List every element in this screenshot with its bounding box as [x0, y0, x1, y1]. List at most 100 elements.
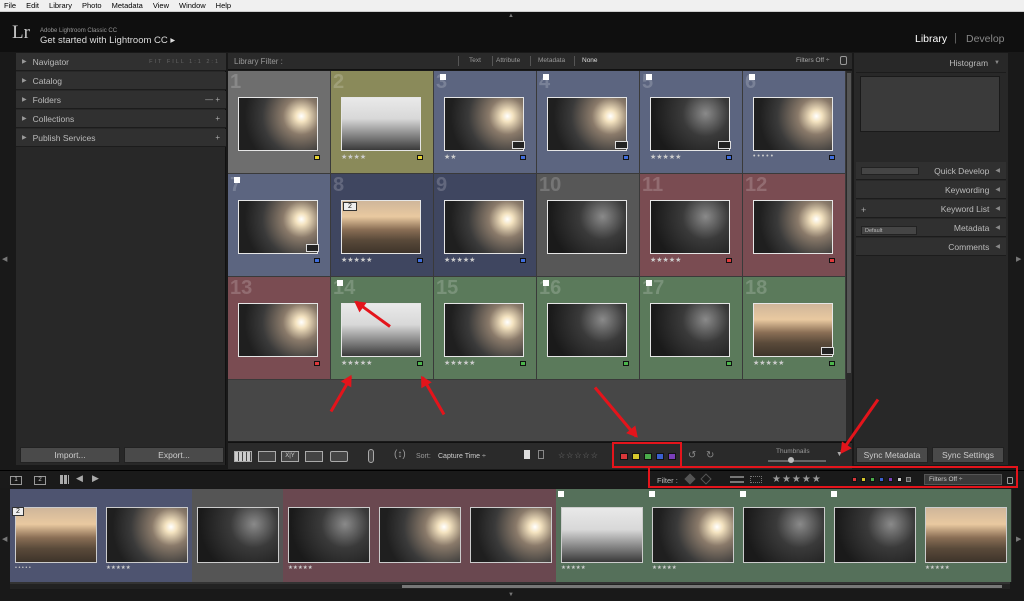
- grid-cell[interactable]: 15 ★★★★★: [434, 277, 537, 380]
- collections-add[interactable]: +: [215, 114, 226, 123]
- color-label[interactable]: [623, 361, 629, 366]
- filter-text[interactable]: Text: [469, 57, 481, 64]
- grid-scrollbar[interactable]: [846, 71, 852, 441]
- sort-direction-icon[interactable]: (↕): [394, 449, 406, 460]
- color-label[interactable]: [520, 361, 526, 366]
- color-label[interactable]: [829, 155, 835, 160]
- menu-metadata[interactable]: Metadata: [112, 1, 143, 10]
- lock-icon[interactable]: [840, 56, 847, 65]
- filter-none[interactable]: None: [582, 57, 598, 64]
- pick-flag-icon[interactable]: [234, 177, 240, 183]
- grid-icon[interactable]: [60, 475, 69, 484]
- photo-thumbnail[interactable]: [238, 97, 318, 151]
- module-library[interactable]: Library: [915, 33, 947, 45]
- menu-library[interactable]: Library: [49, 1, 72, 10]
- photo-thumbnail[interactable]: [753, 97, 833, 151]
- menu-file[interactable]: File: [4, 1, 16, 10]
- color-label[interactable]: [417, 155, 423, 160]
- grid-cell[interactable]: 17: [640, 277, 743, 380]
- filmstrip-scrollbar[interactable]: [10, 584, 1010, 589]
- grid-view-icon[interactable]: [234, 451, 252, 462]
- pick-flag-icon[interactable]: [740, 491, 746, 497]
- grid-cell[interactable]: 1: [228, 71, 331, 174]
- grid-cell[interactable]: 10: [537, 174, 640, 277]
- color-label[interactable]: [726, 155, 732, 160]
- keyword-add-button[interactable]: +: [861, 205, 866, 215]
- menu-view[interactable]: View: [153, 1, 169, 10]
- color-label[interactable]: [520, 155, 526, 160]
- panel-navigator[interactable]: ▶ Navigator FIT FILL 1:1 2:1: [16, 53, 226, 71]
- filmstrip-cell[interactable]: [192, 489, 284, 582]
- menu-edit[interactable]: Edit: [26, 1, 39, 10]
- collapse-top-icon[interactable]: ▲: [508, 13, 514, 19]
- pick-flag-icon[interactable]: [558, 491, 564, 497]
- panel-folders[interactable]: ▶ Folders — +: [16, 91, 226, 109]
- export-button[interactable]: Export...: [124, 447, 224, 463]
- filmstrip-thumbnail[interactable]: [470, 507, 552, 563]
- pick-flag-icon[interactable]: [831, 491, 837, 497]
- menu-window[interactable]: Window: [179, 1, 206, 10]
- filmstrip-right-icon[interactable]: ▶: [1016, 535, 1021, 543]
- module-develop[interactable]: Develop: [966, 33, 1005, 45]
- filmstrip-cell[interactable]: 2 • • • • •: [10, 489, 102, 582]
- quick-develop-preset[interactable]: [861, 167, 919, 175]
- star-rating[interactable]: • • • • •: [753, 153, 773, 160]
- thumbnail-size-slider[interactable]: [768, 460, 826, 462]
- slider-knob[interactable]: [788, 457, 794, 463]
- rating-stars[interactable]: ☆☆☆☆☆: [558, 451, 599, 460]
- pick-flag-icon[interactable]: [543, 74, 549, 80]
- photo-thumbnail[interactable]: [341, 97, 421, 151]
- grid-cell[interactable]: 4: [537, 71, 640, 174]
- rotate-left-icon[interactable]: ↺: [688, 450, 696, 461]
- pick-flag-icon[interactable]: [337, 280, 343, 286]
- filmstrip-cell[interactable]: [374, 489, 466, 582]
- star-rating[interactable]: ★★★★★: [341, 359, 372, 367]
- filmstrip-thumbnail[interactable]: [106, 507, 188, 563]
- filmstrip-cell[interactable]: [465, 489, 557, 582]
- compare-view-icon[interactable]: X|Y: [281, 451, 299, 462]
- grid-cell[interactable]: 11 ★★★★★: [640, 174, 743, 277]
- sort-select[interactable]: Capture Time ÷: [438, 453, 486, 460]
- get-started-link[interactable]: Get started with Lightroom CC ▸: [40, 35, 175, 46]
- grid-cell[interactable]: 14 ★★★★★: [331, 277, 434, 380]
- collapse-bottom-icon[interactable]: ▼: [508, 592, 514, 598]
- publish-add[interactable]: +: [215, 133, 226, 142]
- filmstrip-thumbnail[interactable]: [925, 507, 1007, 563]
- flag-pick-icon[interactable]: [524, 450, 530, 459]
- stack-count-badge[interactable]: 2: [12, 507, 24, 516]
- color-label[interactable]: [829, 361, 835, 366]
- photo-thumbnail[interactable]: [547, 303, 627, 357]
- panel-catalog[interactable]: ▶ Catalog: [16, 72, 226, 90]
- navigator-zoom-modes[interactable]: FIT FILL 1:1 2:1: [149, 59, 226, 65]
- import-button[interactable]: Import...: [20, 447, 120, 463]
- filmstrip-thumbnail[interactable]: [15, 507, 97, 563]
- filters-off-select[interactable]: Filters Off ÷: [796, 57, 829, 64]
- second-monitor-button[interactable]: 2: [34, 476, 46, 485]
- main-monitor-button[interactable]: 1: [10, 476, 22, 485]
- star-rating[interactable]: ★★★★★: [753, 359, 784, 367]
- scroll-thumb[interactable]: [847, 73, 851, 373]
- menu-help[interactable]: Help: [216, 1, 231, 10]
- star-rating[interactable]: ★★★★★: [650, 256, 681, 264]
- photo-thumbnail[interactable]: [341, 303, 421, 357]
- folders-add-remove[interactable]: — +: [205, 95, 226, 104]
- grid-cell[interactable]: 18 ★★★★★: [743, 277, 846, 380]
- rotate-right-icon[interactable]: ↻: [706, 450, 714, 461]
- color-label[interactable]: [829, 258, 835, 263]
- filmstrip-cell[interactable]: ★★★★★: [920, 489, 1012, 582]
- grid-cell[interactable]: 13: [228, 277, 331, 380]
- back-arrow-icon[interactable]: ◀: [76, 473, 83, 484]
- panel-keyword-list[interactable]: Keyword List ◀: [856, 200, 1006, 218]
- collapse-left-icon[interactable]: ◀: [2, 255, 7, 263]
- grid-cell[interactable]: 5 ★★★★★: [640, 71, 743, 174]
- grid-cell[interactable]: 12: [743, 174, 846, 277]
- photo-thumbnail[interactable]: [650, 200, 730, 254]
- filmstrip-thumbnail[interactable]: [561, 507, 643, 563]
- filmstrip-thumbnail[interactable]: [834, 507, 916, 563]
- collapse-right-icon[interactable]: ▶: [1016, 255, 1021, 263]
- scroll-thumb[interactable]: [402, 585, 1002, 588]
- color-label[interactable]: [314, 258, 320, 263]
- panel-histogram[interactable]: Histogram ▼: [856, 53, 1006, 73]
- filter-metadata[interactable]: Metadata: [538, 57, 565, 64]
- sync-metadata-button[interactable]: Sync Metadata: [856, 447, 928, 463]
